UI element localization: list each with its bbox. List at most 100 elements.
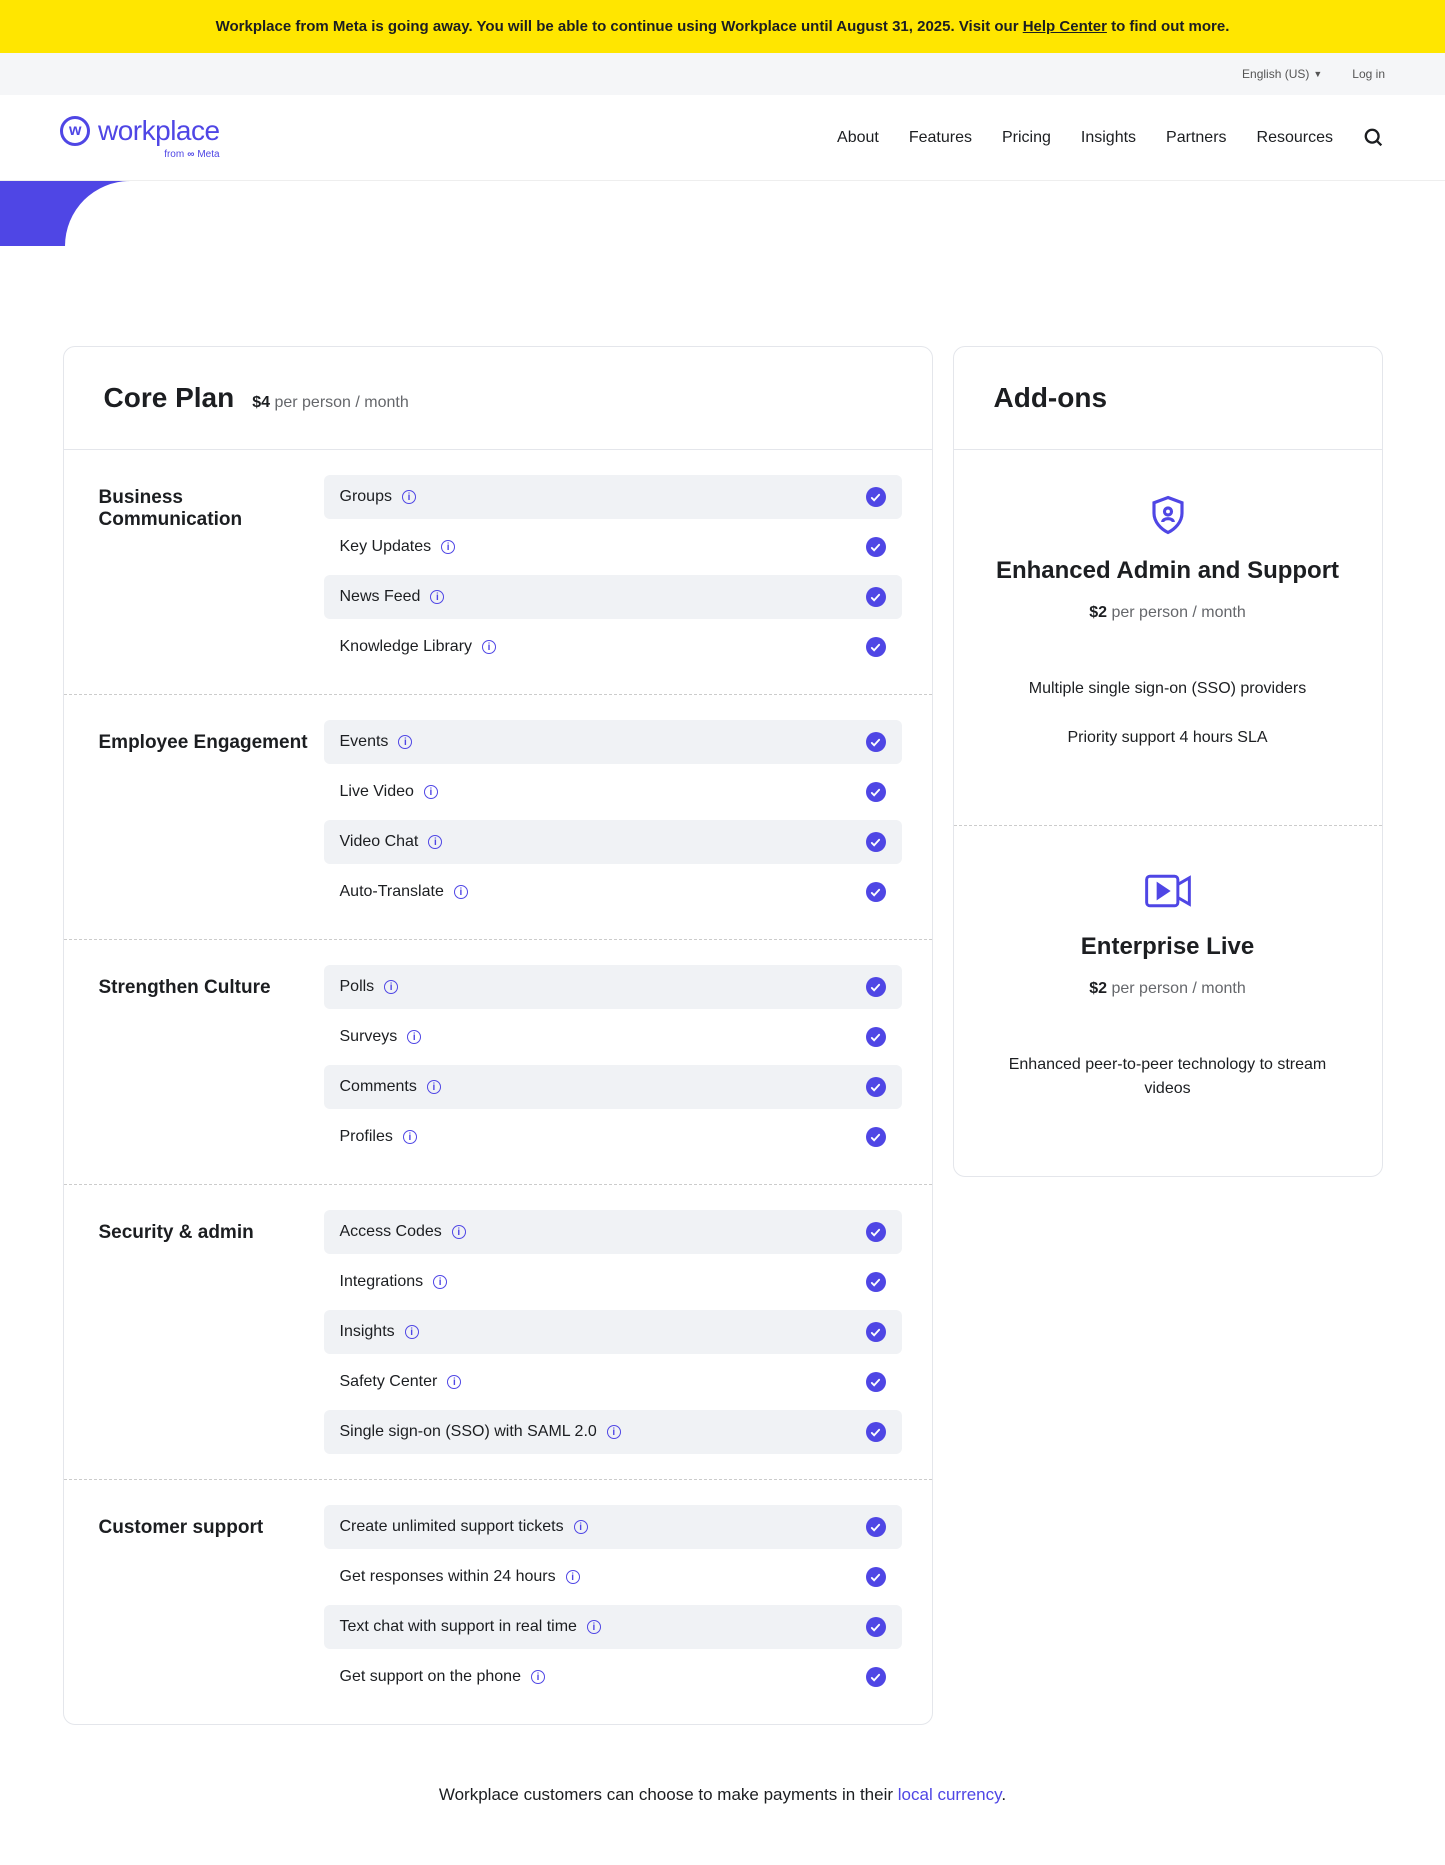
help-center-link[interactable]: Help Center: [1023, 18, 1107, 35]
feature-row: Pollsi: [324, 965, 902, 1009]
language-selector[interactable]: English (US) ▼: [1242, 67, 1322, 81]
info-icon[interactable]: i: [587, 1620, 601, 1634]
feature-name: Polls: [340, 978, 375, 996]
feature-section: Business CommunicationGroupsiKey Updates…: [64, 450, 932, 695]
feature-name: Integrations: [340, 1273, 424, 1291]
info-icon[interactable]: i: [398, 735, 412, 749]
addon-description: Enhanced peer-to-peer technology to stre…: [989, 1053, 1347, 1101]
feature-row: Knowledge Library i: [324, 625, 902, 669]
info-icon[interactable]: i: [430, 590, 444, 604]
feature-name: Comments: [340, 1078, 417, 1096]
info-icon[interactable]: i: [574, 1520, 588, 1534]
feature-name: Get support on the phone: [340, 1668, 521, 1686]
feature-row: News Feed i: [324, 575, 902, 619]
feature-list: PollsiSurveysiCommentsiProfilesi: [324, 965, 902, 1159]
feature-name: Profiles: [340, 1128, 393, 1146]
nav-resources[interactable]: Resources: [1257, 129, 1333, 147]
nav-about[interactable]: About: [837, 129, 879, 147]
info-icon[interactable]: i: [402, 490, 416, 504]
feature-row: Create unlimited support tickets i: [324, 1505, 902, 1549]
banner-text-prefix: Workplace from Meta is going away. You w…: [216, 18, 1023, 35]
logo[interactable]: w workplace from ∞ Meta: [60, 115, 220, 160]
addon-icon: [1143, 495, 1193, 535]
local-currency-link[interactable]: local currency: [898, 1785, 1002, 1804]
info-icon[interactable]: i: [454, 885, 468, 899]
feature-name: Knowledge Library: [340, 638, 473, 656]
addon-description: Priority support 4 hours SLA: [989, 726, 1347, 750]
announcement-banner: Workplace from Meta is going away. You w…: [0, 0, 1445, 53]
feature-name: Groups: [340, 488, 392, 506]
info-icon[interactable]: i: [407, 1030, 421, 1044]
addon-item: Enterprise Live$2 per person / monthEnha…: [954, 826, 1382, 1176]
addons-card: Add-ons Enhanced Admin and Support$2 per…: [953, 346, 1383, 1177]
main-nav: w workplace from ∞ Meta About Features P…: [0, 95, 1445, 181]
feature-name: Insights: [340, 1323, 395, 1341]
addons-column: Add-ons Enhanced Admin and Support$2 per…: [953, 346, 1383, 1725]
feature-list: GroupsiKey UpdatesiNews FeediKnowledge L…: [324, 475, 902, 669]
info-icon[interactable]: i: [452, 1225, 466, 1239]
check-icon: [866, 487, 886, 507]
login-link[interactable]: Log in: [1352, 67, 1385, 81]
language-label: English (US): [1242, 67, 1309, 81]
search-icon[interactable]: [1363, 127, 1385, 149]
feature-name: News Feed: [340, 588, 421, 606]
addon-item: Enhanced Admin and Support$2 per person …: [954, 450, 1382, 825]
feature-section: Security & adminAccess CodesiIntegration…: [64, 1185, 932, 1480]
feature-list: EventsiLive VideoiVideo ChatiAuto-Transl…: [324, 720, 902, 914]
feature-row: Insights i: [324, 1310, 902, 1354]
nav-features[interactable]: Features: [909, 129, 972, 147]
logo-icon: w: [60, 116, 90, 146]
feature-row: Get responses within 24 hours i: [324, 1555, 902, 1599]
info-icon[interactable]: i: [424, 785, 438, 799]
feature-row: Auto-Translatei: [324, 870, 902, 914]
topbar: English (US) ▼ Log in: [0, 53, 1445, 95]
feature-row: Single sign-on (SSO) with SAML 2.0i: [324, 1410, 902, 1454]
info-icon[interactable]: i: [433, 1275, 447, 1289]
check-icon: [866, 782, 886, 802]
nav-pricing[interactable]: Pricing: [1002, 129, 1051, 147]
check-icon: [866, 1422, 886, 1442]
addons-title: Add-ons: [994, 382, 1108, 413]
feature-name: Text chat with support in real time: [340, 1618, 577, 1636]
info-icon[interactable]: i: [384, 980, 398, 994]
check-icon: [866, 977, 886, 997]
footer-note: Workplace customers can choose to make p…: [0, 1765, 1445, 1865]
feature-list: Create unlimited support ticketsiGet res…: [324, 1505, 902, 1699]
core-plan-card: Core Plan $4 per person / month Business…: [63, 346, 933, 1725]
feature-row: Groupsi: [324, 475, 902, 519]
feature-row: Key Updatesi: [324, 525, 902, 569]
info-icon[interactable]: i: [482, 640, 496, 654]
info-icon[interactable]: i: [441, 540, 455, 554]
info-icon[interactable]: i: [566, 1570, 580, 1584]
info-icon[interactable]: i: [447, 1375, 461, 1389]
info-icon[interactable]: i: [405, 1325, 419, 1339]
logo-text: workplace: [98, 115, 220, 147]
check-icon: [866, 1322, 886, 1342]
pricing-content: Core Plan $4 per person / month Business…: [0, 246, 1445, 1765]
nav-insights[interactable]: Insights: [1081, 129, 1136, 147]
feature-name: Create unlimited support tickets: [340, 1518, 564, 1536]
check-icon: [866, 1222, 886, 1242]
info-icon[interactable]: i: [427, 1080, 441, 1094]
addons-header: Add-ons: [954, 347, 1382, 450]
feature-name: Get responses within 24 hours: [340, 1568, 556, 1586]
info-icon[interactable]: i: [428, 835, 442, 849]
feature-row: Profiles i: [324, 1115, 902, 1159]
info-icon[interactable]: i: [403, 1130, 417, 1144]
check-icon: [866, 1077, 886, 1097]
core-plan-price: $4 per person / month: [252, 394, 409, 412]
info-icon[interactable]: i: [607, 1425, 621, 1439]
feature-row: Surveysi: [324, 1015, 902, 1059]
feature-row: Eventsi: [324, 720, 902, 764]
check-icon: [866, 1617, 886, 1637]
check-icon: [866, 1517, 886, 1537]
feature-section: Employee EngagementEventsiLive VideoiVid…: [64, 695, 932, 940]
core-plan-header: Core Plan $4 per person / month: [64, 347, 932, 450]
section-title: Employee Engagement: [94, 720, 324, 914]
section-title: Strengthen Culture: [94, 965, 324, 1159]
banner-text-suffix: to find out more.: [1107, 18, 1229, 35]
nav-partners[interactable]: Partners: [1166, 129, 1226, 147]
feature-name: Events: [340, 733, 389, 751]
info-icon[interactable]: i: [531, 1670, 545, 1684]
feature-section: Customer supportCreate unlimited support…: [64, 1480, 932, 1724]
